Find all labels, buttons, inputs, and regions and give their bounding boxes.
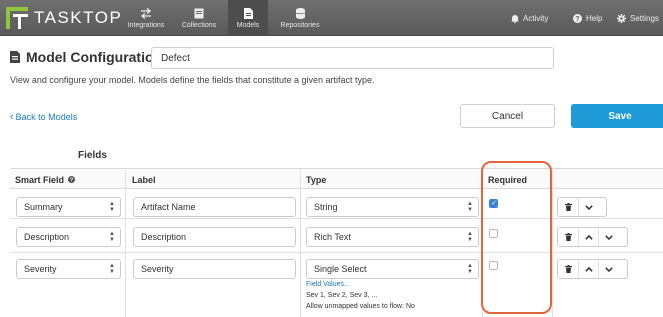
chevron-down-icon[interactable] [578,198,598,216]
nav-help[interactable]: ? Help [573,0,602,36]
nav-activity[interactable]: Activity [511,0,548,36]
row-actions [557,259,628,279]
chevron-down-icon[interactable] [598,228,618,246]
select-arrows-icon: ▲ ▼ [109,201,115,213]
label-field[interactable]: Description [133,227,296,247]
trash-icon[interactable] [558,228,578,246]
back-to-models-label: Back to Models [15,112,78,122]
field-values-link[interactable]: Field Values... [306,281,350,288]
smart-field-select[interactable]: Severity ▲ ▼ [16,259,121,279]
chevron-left-icon: ‹ [10,111,14,123]
chevron-up-icon[interactable] [578,228,598,246]
nav-help-label: Help [586,13,603,23]
collection-box-icon [194,7,204,20]
nav-settings[interactable]: Settings [617,0,659,36]
column-divider [552,168,553,317]
nav-integrations[interactable]: Integrations [120,0,172,36]
nav-repositories[interactable]: Repositories [276,0,324,36]
fields-table-header: Smart Field ? Label Type Required [10,168,663,189]
nav-activity-label: Activity [523,13,549,23]
nav-repositories-label: Repositories [280,22,320,29]
top-nav-bar: TASKTOP Integrations Collections Models … [0,0,663,36]
type-select[interactable]: String ▲ ▼ [306,197,479,217]
required-checkbox[interactable]: ✓ [489,199,498,208]
label-field[interactable]: Severity [133,259,296,279]
page-description: View and configure your model. Models de… [10,75,375,85]
info-icon[interactable]: ? [68,176,76,183]
model-name-input[interactable] [151,47,554,69]
nav-integrations-label: Integrations [127,22,165,29]
gear-icon [617,13,626,23]
type-column-header: Type [306,174,327,185]
type-select[interactable]: Rich Text ▲ ▼ [306,227,479,247]
cancel-button[interactable]: Cancel [460,104,555,128]
arrows-exchange-icon [140,7,152,20]
smart-field-select[interactable]: Summary ▲ ▼ [16,197,121,217]
unmapped-values-note: Allow unmapped values to flow: No [306,303,415,310]
page-header: Model Configuration [10,49,162,65]
nav-models[interactable]: Models [228,0,268,36]
field-values-summary: Sev 1, Sev 2, Sev 3, ... [306,292,378,299]
row-divider [10,218,663,219]
column-divider [125,168,126,317]
label-column-header: Label [132,174,156,185]
smart-field-select[interactable]: Description ▲ ▼ [16,227,121,247]
smart-field-column-header: Smart Field ? [15,174,76,185]
tasktop-logo-mark [6,7,28,29]
select-arrows-icon: ▲ ▼ [467,263,473,275]
logo-text: TASKTOP [34,8,123,27]
fields-section-title: Fields [78,150,107,161]
back-to-models-link[interactable]: ‹ Back to Models [10,111,77,123]
row-divider [10,252,663,253]
column-divider [300,168,301,317]
required-column-highlight [481,161,552,314]
label-field[interactable]: Artifact Name [133,197,296,217]
nav-collections[interactable]: Collections [174,0,224,36]
document-icon [243,7,253,20]
tasktop-logo[interactable]: TASKTOP [6,6,122,30]
trash-icon[interactable] [558,260,578,278]
bell-icon [511,14,519,23]
row-actions [557,227,628,247]
nav-settings-label: Settings [630,13,659,23]
save-button[interactable]: Save [571,104,663,128]
row-actions [557,197,607,217]
svg-text:?: ? [575,16,579,23]
type-select[interactable]: Single Select ▲ ▼ [306,259,479,279]
chevron-up-icon[interactable] [578,260,598,278]
chevron-down-icon[interactable] [598,260,618,278]
select-arrows-icon: ▲ ▼ [467,201,473,213]
select-arrows-icon: ▲ ▼ [109,263,115,275]
document-icon [10,51,20,63]
nav-models-label: Models [236,22,260,29]
select-arrows-icon: ▲ ▼ [109,231,115,243]
help-circle-icon: ? [573,13,582,23]
select-arrows-icon: ▲ ▼ [467,231,473,243]
database-icon [295,7,305,20]
nav-collections-label: Collections [181,22,217,29]
page-title: Model Configuration [26,49,163,65]
trash-icon[interactable] [558,198,578,216]
